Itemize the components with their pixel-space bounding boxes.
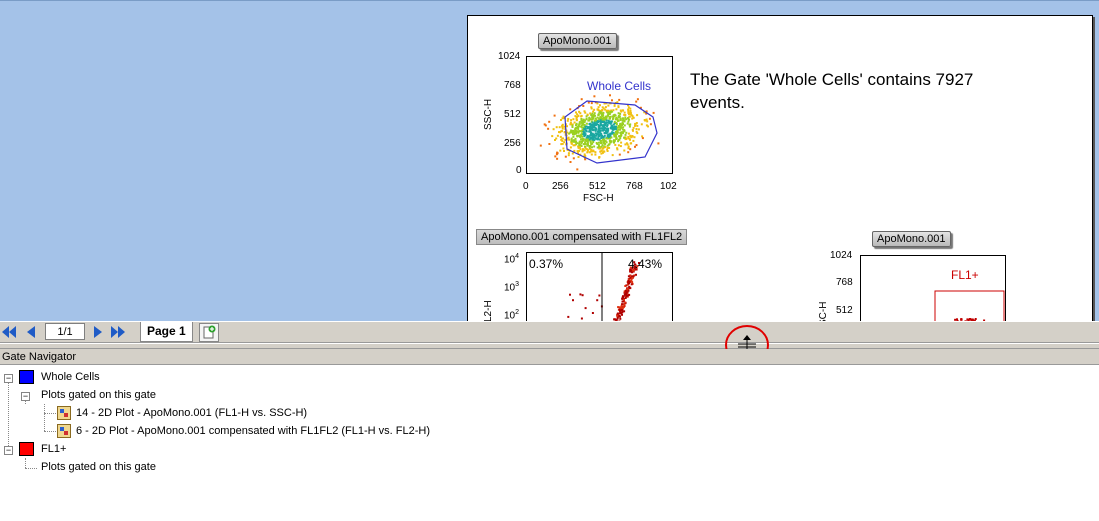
gate-navigator-header: Gate Navigator xyxy=(0,349,1099,365)
plot1-xtick: 0 xyxy=(523,181,529,192)
left-arrow-icon[interactable] xyxy=(23,325,37,339)
quad-upper-right-label: 4.43% xyxy=(628,257,663,271)
layout-page[interactable]: ApoMono.001 1024 768 512 256 0 SSC-H Who… xyxy=(467,15,1093,321)
gate-color-swatch xyxy=(19,370,34,384)
tree-item-plots-group[interactable]: Plots gated on this gate xyxy=(41,387,156,403)
page-counter[interactable]: 1/1 xyxy=(45,323,85,340)
plot1-tag[interactable]: ApoMono.001 xyxy=(538,33,617,49)
tree-item-plot[interactable]: 14 - 2D Plot - ApoMono.001 (FL1-H vs. SS… xyxy=(76,405,307,421)
plot1-area[interactable]: Whole Cells xyxy=(526,56,673,174)
double-right-arrow-icon[interactable] xyxy=(111,325,125,339)
plot3-ytick: 1024 xyxy=(830,250,853,261)
tab-page-1[interactable]: Page 1 xyxy=(140,322,193,342)
plot3-area[interactable]: FL1+ xyxy=(860,255,1006,321)
plot1-ytick: 0 xyxy=(516,165,522,176)
plot1-scatter xyxy=(539,94,660,171)
whole-cells-gate-label: Whole Cells xyxy=(587,79,652,93)
tree-item-fl1-plus[interactable]: FL1+ xyxy=(41,441,66,457)
plot3-tag[interactable]: ApoMono.001 xyxy=(872,231,951,247)
page-toolbar: 1/1 Page 1 xyxy=(0,321,1099,343)
plot2-y-title: L2-H xyxy=(483,300,494,321)
plot3-ytick: 768 xyxy=(836,277,853,288)
plot1-xtick: 512 xyxy=(589,181,606,192)
right-arrow-icon[interactable] xyxy=(92,325,106,339)
plot1-ytick: 768 xyxy=(504,80,521,91)
plot2-area[interactable]: 0.37% 4.43% xyxy=(526,252,673,321)
plot1-ytick: 512 xyxy=(504,109,521,120)
plot2-tag[interactable]: ApoMono.001 compensated with FL1FL2 xyxy=(476,229,688,245)
2d-plot-icon xyxy=(57,406,71,420)
fl1-gate-rect[interactable] xyxy=(934,290,1005,321)
collapse-toggle[interactable]: − xyxy=(4,446,13,455)
plot2-ytick: 102 xyxy=(504,309,520,321)
plot3-scatter xyxy=(934,290,1005,321)
plot1-xtick: 768 xyxy=(626,181,643,192)
plot1-ytick: 1024 xyxy=(498,51,521,62)
plot3-y-title: SC-H xyxy=(818,301,829,321)
gate-navigator-tree: − Whole Cells − Plots gated on this gate… xyxy=(0,366,1099,521)
plot1-xtick: 102 xyxy=(660,181,677,192)
add-page-icon[interactable] xyxy=(199,323,219,342)
plot2-ytick: 103 xyxy=(504,281,520,294)
gate-color-swatch xyxy=(19,442,34,456)
quad-upper-left-label: 0.37% xyxy=(529,257,564,271)
tree-item-plot[interactable]: 6 - 2D Plot - ApoMono.001 compensated wi… xyxy=(76,423,430,439)
plot1-ytick: 256 xyxy=(504,138,521,149)
collapse-toggle[interactable]: − xyxy=(21,392,30,401)
tree-item-whole-cells[interactable]: Whole Cells xyxy=(41,369,100,385)
double-left-arrow-icon[interactable] xyxy=(2,325,16,339)
plot2-ytick: 104 xyxy=(504,253,520,266)
plot1-xtick: 256 xyxy=(552,181,569,192)
plot3-ytick: 512 xyxy=(836,305,853,316)
collapse-toggle[interactable]: − xyxy=(4,374,13,383)
gate-info-text[interactable]: The Gate 'Whole Cells' contains 7927 eve… xyxy=(690,68,990,114)
fl1-gate-label: FL1+ xyxy=(951,268,979,282)
layout-workspace[interactable]: ApoMono.001 1024 768 512 256 0 SSC-H Who… xyxy=(0,0,1099,321)
tree-item-plots-group[interactable]: Plots gated on this gate xyxy=(41,459,156,475)
plot1-y-title: SSC-H xyxy=(483,98,494,130)
plot1-x-title: FSC-H xyxy=(583,193,614,204)
2d-plot-icon xyxy=(57,424,71,438)
